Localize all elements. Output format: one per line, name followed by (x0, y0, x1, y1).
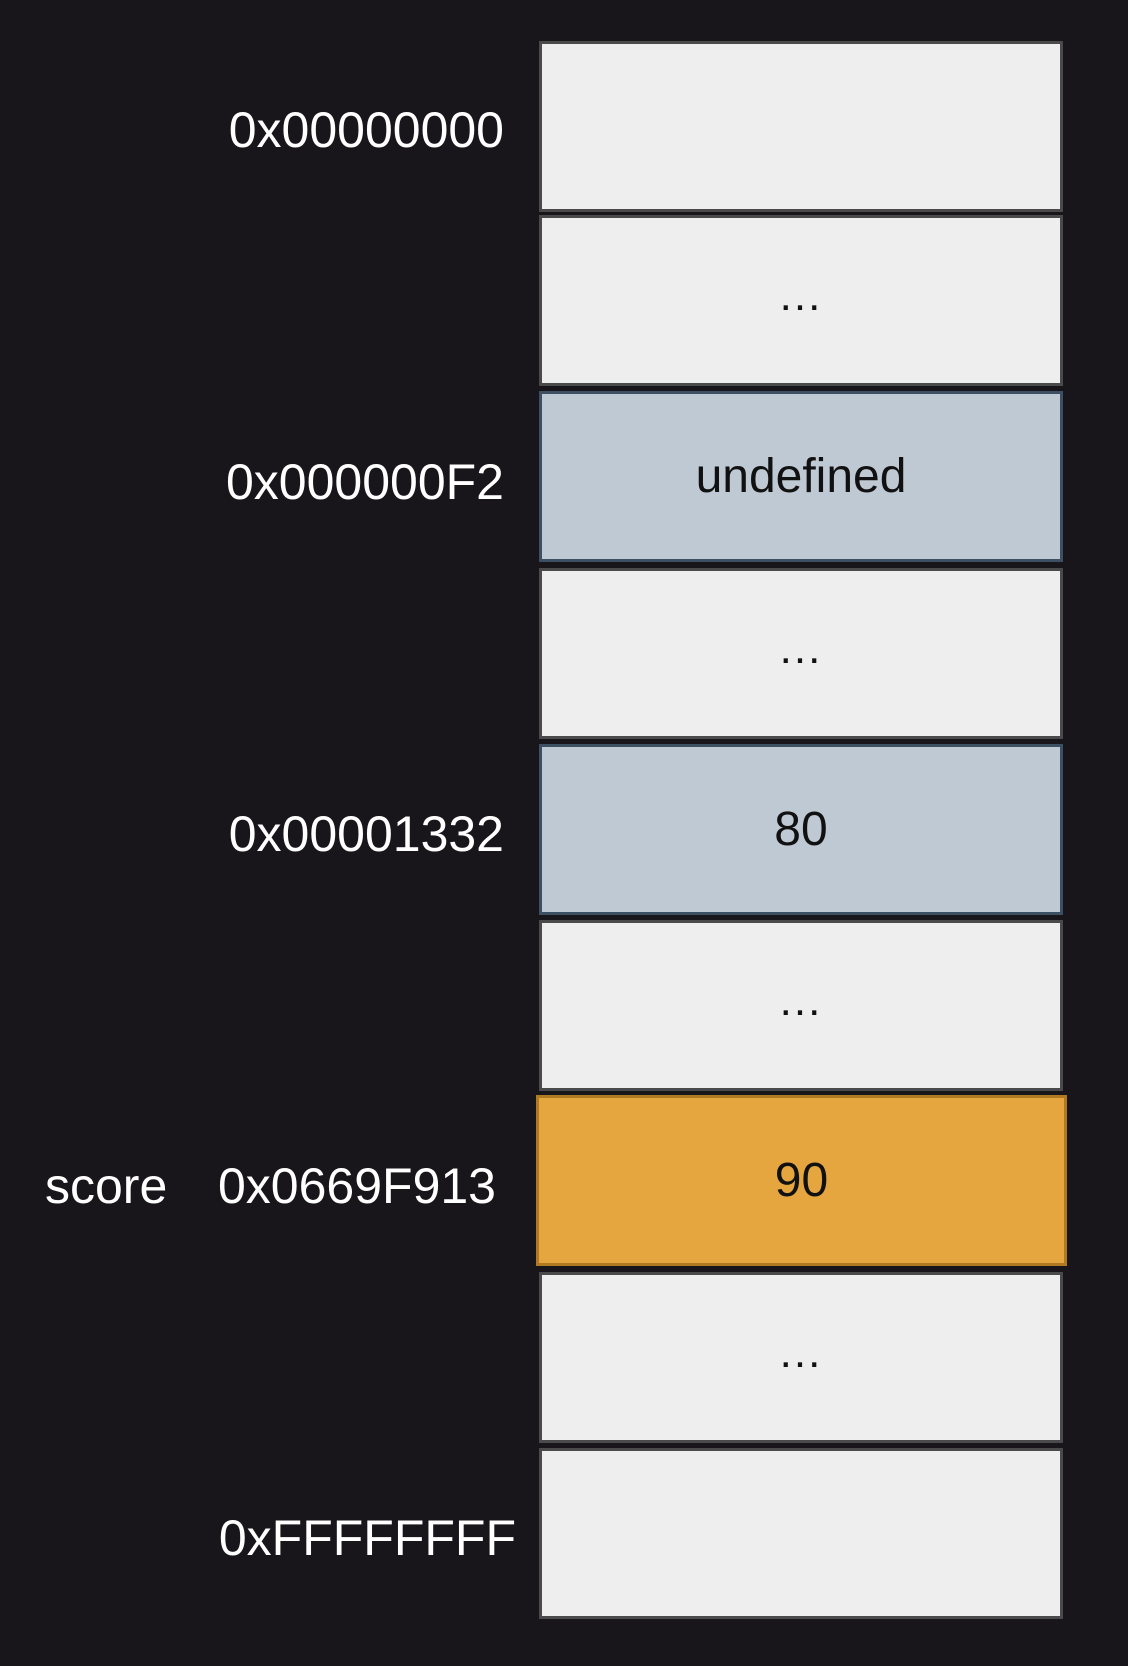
memory-cell (539, 1448, 1063, 1619)
memory-cell-score: 90 (536, 1095, 1067, 1266)
memory-diagram: 0x00000000 0x000000F2 0x00001332 score 0… (0, 0, 1128, 1666)
cell-ellipsis: ... (779, 975, 823, 1025)
variable-name-label: score (45, 1158, 168, 1214)
address-label: 0x00001332 (228, 806, 504, 862)
memory-cell (539, 41, 1063, 212)
memory-cell: ... (539, 568, 1063, 739)
memory-cell: ... (539, 920, 1063, 1091)
cell-ellipsis: ... (779, 270, 823, 320)
cell-value: 80 (774, 803, 828, 856)
address-label: 0x0669F913 (217, 1158, 496, 1214)
cell-ellipsis: ... (779, 623, 823, 673)
memory-cell: ... (539, 1272, 1063, 1443)
memory-cell-highlighted: 80 (539, 744, 1063, 915)
memory-cell: ... (539, 215, 1063, 386)
cell-value: undefined (695, 450, 907, 503)
address-label: 0xFFFFFFFF (218, 1510, 516, 1566)
address-label: 0x00000000 (228, 102, 504, 158)
memory-cell-highlighted: undefined (539, 391, 1063, 562)
cell-ellipsis: ... (779, 1327, 823, 1377)
cell-value: 90 (774, 1154, 829, 1207)
address-label: 0x000000F2 (225, 454, 504, 510)
